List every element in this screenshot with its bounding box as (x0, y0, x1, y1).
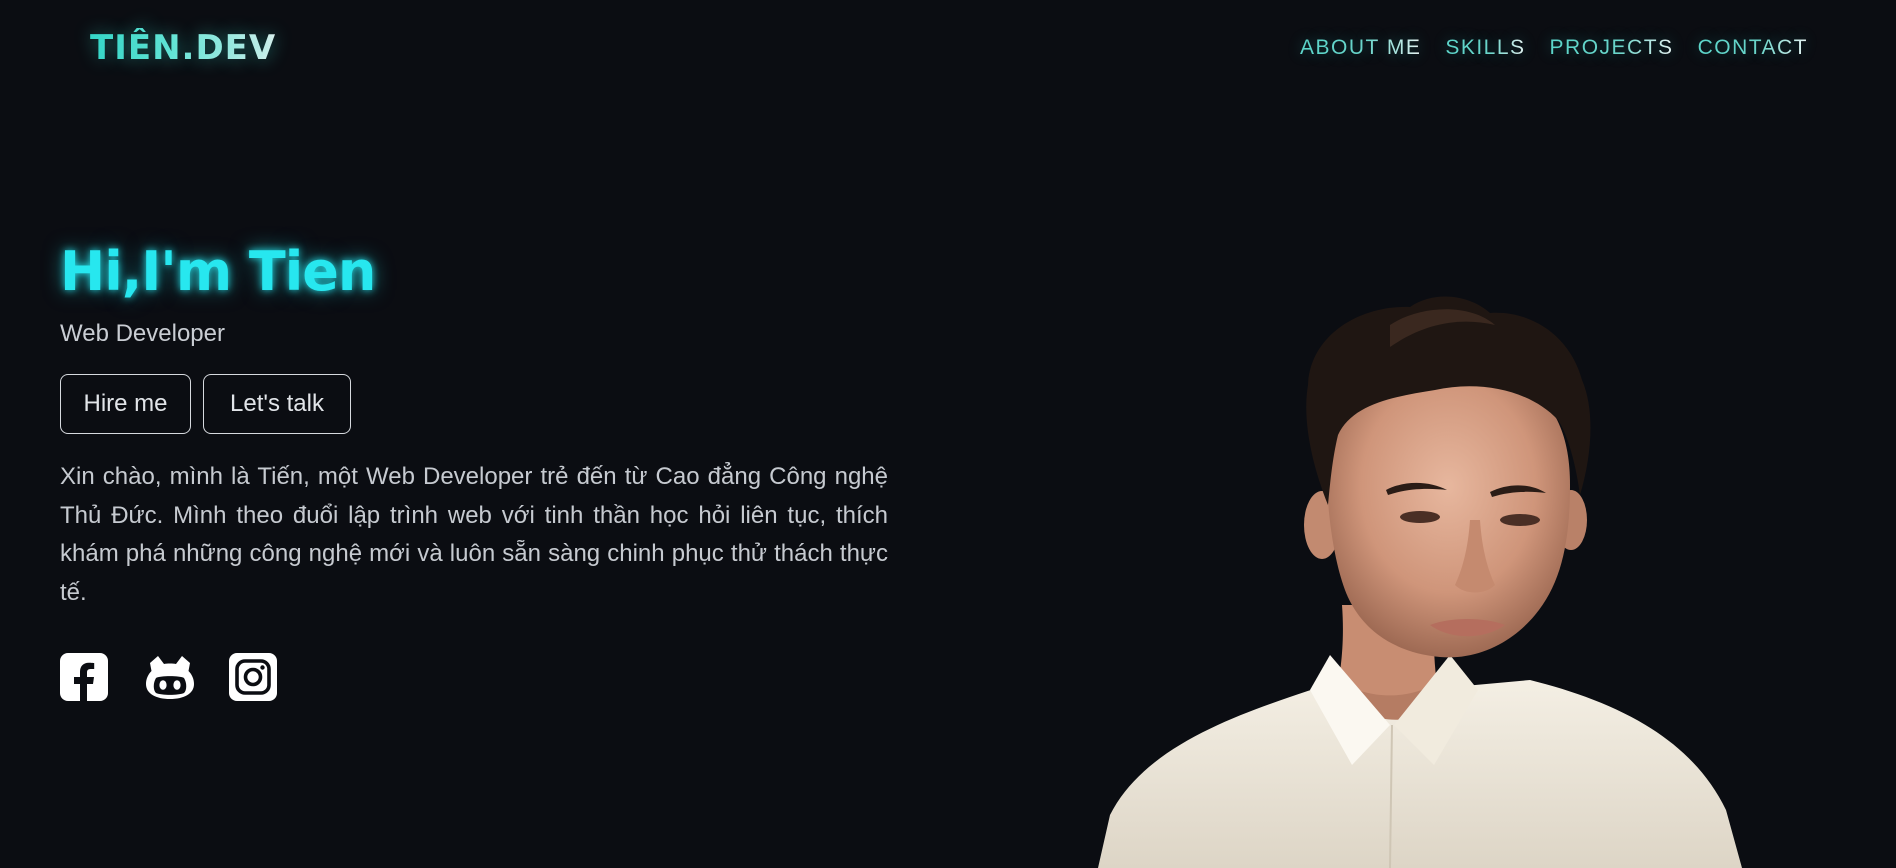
instagram-icon[interactable] (229, 653, 277, 701)
hero-role: Web Developer (60, 320, 225, 347)
hero-title: Hi,I'm Tien (60, 240, 376, 303)
nav-contact[interactable]: CONTACT (1698, 36, 1808, 60)
portfolio-page: TIẾN.DEV ABOUT ME SKILLS PROJECTS CONTAC… (0, 0, 1896, 868)
profile-photo (1098, 296, 1742, 868)
main-nav: ABOUT ME SKILLS PROJECTS CONTACT (1300, 36, 1808, 60)
nav-projects[interactable]: PROJECTS (1550, 36, 1674, 60)
site-logo[interactable]: TIẾN.DEV (90, 28, 276, 68)
lets-talk-button[interactable]: Let's talk (203, 374, 351, 434)
github-icon[interactable] (144, 653, 194, 701)
facebook-icon[interactable] (60, 653, 108, 701)
hire-me-button[interactable]: Hire me (60, 374, 191, 434)
nav-about-me[interactable]: ABOUT ME (1300, 36, 1421, 60)
nav-skills[interactable]: SKILLS (1445, 36, 1525, 60)
intro-paragraph: Xin chào, mình là Tiến, một Web Develope… (60, 463, 888, 606)
